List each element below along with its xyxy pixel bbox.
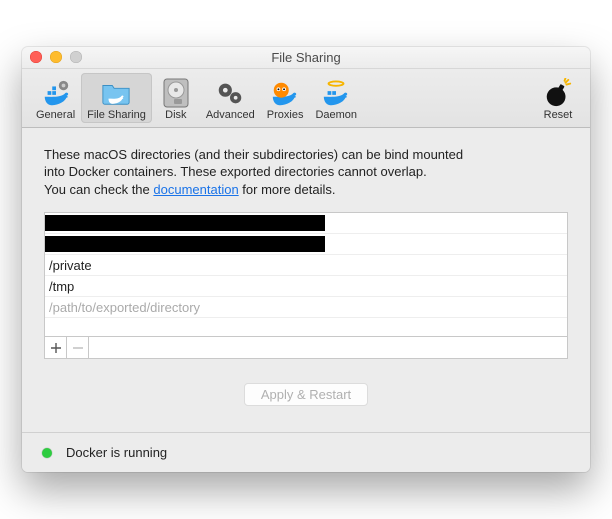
tab-label: Daemon	[315, 109, 357, 121]
tab-proxies[interactable]: Proxies	[261, 73, 310, 123]
titlebar: File Sharing	[22, 47, 590, 69]
tab-file-sharing[interactable]: File Sharing	[81, 73, 152, 123]
tab-label: File Sharing	[87, 109, 146, 121]
remove-button[interactable]	[67, 337, 89, 358]
disk-icon	[160, 77, 192, 109]
tab-label: General	[36, 109, 75, 121]
reset-button[interactable]: Reset	[534, 73, 582, 123]
desc-line: You can check the	[44, 182, 153, 197]
desc-line: These macOS directories (and their subdi…	[44, 147, 463, 162]
bomb-icon	[542, 77, 574, 109]
list-item-placeholder[interactable]: /path/to/exported/directory	[45, 297, 567, 318]
description: These macOS directories (and their subdi…	[44, 146, 568, 199]
whale-mask-icon	[269, 77, 301, 109]
tab-advanced[interactable]: Advanced	[200, 73, 261, 123]
whale-gear-icon	[40, 77, 72, 109]
desc-line: for more details.	[239, 182, 336, 197]
window-title: File Sharing	[22, 50, 590, 65]
list-item[interactable]	[45, 213, 567, 234]
folder-whale-icon	[100, 77, 132, 109]
list-item[interactable]	[45, 234, 567, 255]
tab-label: Disk	[165, 109, 186, 121]
tab-label: Advanced	[206, 109, 255, 121]
whale-halo-icon	[320, 77, 352, 109]
list-controls	[44, 337, 568, 359]
preferences-window: File Sharing General	[22, 47, 590, 473]
reset-label: Reset	[544, 109, 573, 121]
tab-daemon[interactable]: Daemon	[309, 73, 363, 123]
directory-list[interactable]: /private /tmp /path/to/exported/director…	[44, 212, 568, 337]
desc-line: into Docker containers. These exported d…	[44, 164, 427, 179]
list-item[interactable]: /tmp	[45, 276, 567, 297]
tab-general[interactable]: General	[30, 73, 81, 123]
apply-restart-button: Apply & Restart	[244, 383, 368, 406]
list-item[interactable]: /private	[45, 255, 567, 276]
toolbar: General File Sharing	[22, 69, 590, 128]
add-button[interactable]	[45, 337, 67, 358]
plus-icon	[51, 343, 61, 353]
status-indicator-icon	[42, 448, 52, 458]
status-text: Docker is running	[66, 445, 167, 460]
documentation-link[interactable]: documentation	[153, 182, 238, 197]
minus-icon	[73, 343, 83, 353]
tab-disk[interactable]: Disk	[152, 73, 200, 123]
list-empty-row	[45, 318, 567, 336]
status-bar: Docker is running	[22, 432, 590, 472]
content-area: These macOS directories (and their subdi…	[22, 128, 590, 433]
gears-icon	[214, 77, 246, 109]
tab-label: Proxies	[267, 109, 304, 121]
